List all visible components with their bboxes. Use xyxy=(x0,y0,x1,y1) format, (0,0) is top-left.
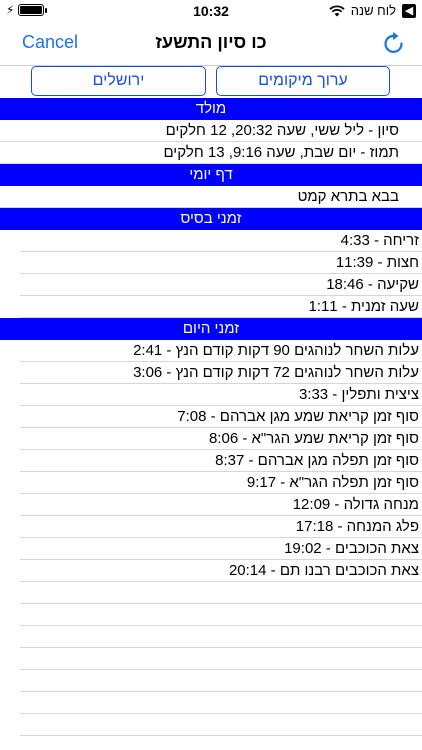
list-item: שעה זמנית - 1:11 xyxy=(20,296,422,318)
back-to-app-icon[interactable]: ◀ xyxy=(402,3,416,18)
list-item: עלות השחר לנוהגים 90 דקות קודם הנץ - 2:4… xyxy=(20,340,422,362)
empty-row xyxy=(20,648,422,670)
section-header-molad: מולד xyxy=(0,98,422,120)
section-header-daf-yomi: דף יומי xyxy=(0,164,422,186)
list-item: סוף זמן תפלה מגן אברהם - 8:37 xyxy=(20,450,422,472)
back-to-app-label[interactable]: לוח שנה xyxy=(351,3,396,18)
location-buttons: ערוך מיקומים ירושלים xyxy=(0,66,422,98)
city-button[interactable]: ירושלים xyxy=(31,66,206,96)
list-item: צאת הכוכבים - 19:02 xyxy=(20,538,422,560)
empty-row xyxy=(20,582,422,604)
list-item: עלות השחר לנוהגים 72 דקות קודם הנץ - 3:0… xyxy=(20,362,422,384)
list-item: סוף זמן קריאת שמע מגן אברהם - 7:08 xyxy=(20,406,422,428)
list-item: חצות - 11:39 xyxy=(20,252,422,274)
edit-locations-button[interactable]: ערוך מיקומים xyxy=(216,66,390,96)
list-item: סוף זמן קריאת שמע הגר"א - 8:06 xyxy=(20,428,422,450)
list-item: צאת הכוכבים רבנו תם - 20:14 xyxy=(20,560,422,582)
list-item: תמוז - יום שבת, שעה 9:16, 13 חלקים xyxy=(0,142,422,164)
list-item: פלג המנחה - 17:18 xyxy=(20,516,422,538)
page-title: כו סיון התשעז xyxy=(155,32,267,52)
navigation-bar: Cancel כו סיון התשעז xyxy=(0,22,422,66)
empty-row xyxy=(20,714,422,736)
list-item: ציצית ותפלין - 3:33 xyxy=(20,384,422,406)
empty-row xyxy=(20,692,422,714)
empty-row xyxy=(20,604,422,626)
section-header-basic-times: זמני בסיס xyxy=(0,208,422,230)
refresh-icon[interactable] xyxy=(382,30,406,56)
status-bar: ⚡ 10:32 ◀ לוח שנה xyxy=(0,0,422,22)
list-item: מנחה גדולה - 12:09 xyxy=(20,494,422,516)
section-header-day-times: זמני היום xyxy=(0,318,422,340)
empty-row xyxy=(20,626,422,648)
list-item: סיון - ליל ששי, שעה 20:32, 12 חלקים xyxy=(0,120,422,142)
times-list: מולד סיון - ליל ששי, שעה 20:32, 12 חלקים… xyxy=(0,98,422,750)
empty-row xyxy=(20,670,422,692)
list-item: סוף זמן תפלה הגר"א - 9:17 xyxy=(20,472,422,494)
empty-row xyxy=(20,736,422,750)
wifi-icon xyxy=(329,4,345,17)
list-item: שקיעה - 18:46 xyxy=(20,274,422,296)
list-item: בבא בתרא קמט xyxy=(0,186,422,208)
status-right: ◀ לוח שנה xyxy=(329,3,416,18)
list-item: זריחה - 4:33 xyxy=(20,230,422,252)
